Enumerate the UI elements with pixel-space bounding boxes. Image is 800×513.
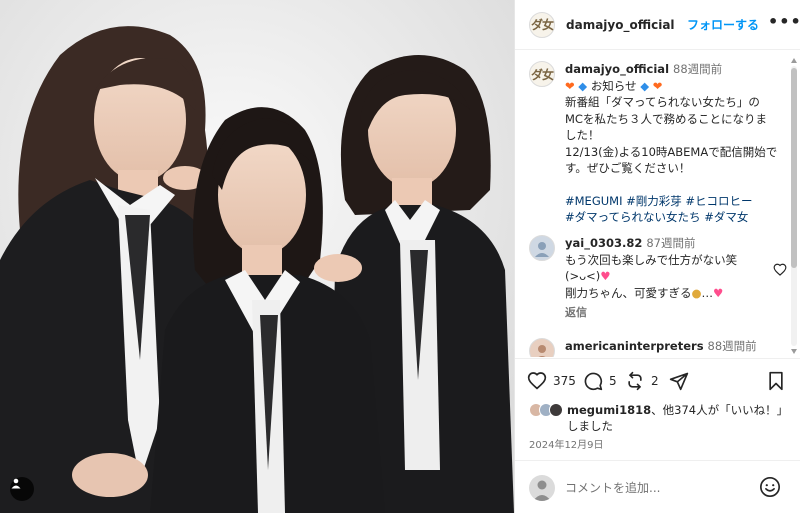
avatar-logo: ダ女 (530, 67, 554, 82)
likes-others-text[interactable]: 、他374人が「いいね！」 (651, 403, 788, 417)
current-user-avatar (529, 475, 555, 501)
save-action[interactable] (767, 371, 785, 391)
caption-line-5: 12/13(金)よる10時ABEMAで配信開始で (565, 144, 778, 159)
likes-end-text: しました (567, 419, 613, 433)
post-date[interactable]: 2024年12月9日 (529, 436, 604, 451)
caption-line-3: MCを私たち３人で務めることになりま (565, 111, 767, 126)
repost-icon[interactable] (625, 371, 645, 391)
post-actions-bar: 375 5 2 (515, 358, 800, 404)
likes-count[interactable]: 375 (553, 374, 576, 388)
reposts-count[interactable]: 2 (651, 374, 659, 388)
blue-diamond-icon: ◆ (640, 78, 650, 93)
caption-hashtags-2[interactable]: #ダマってられない女たち #ダマ女 (565, 209, 787, 226)
add-comment-bar (515, 460, 800, 513)
caption-time: 88週間前 (673, 62, 723, 76)
comments-list[interactable]: ダ女 damajyo_official 88週間前 ❤ ◆ お知らせ ◆ ❤ 新番… (515, 51, 800, 357)
comment-input[interactable] (565, 478, 745, 498)
comment-line-1: もう次回も楽しみで仕方がない笑 (565, 252, 738, 267)
commenter-avatar[interactable] (529, 338, 555, 357)
pink-heart-icon: ♥ (600, 269, 611, 283)
liker-avatar (549, 403, 563, 417)
liker-avatars[interactable] (529, 403, 563, 417)
person-icon (11, 478, 21, 489)
repost-action[interactable]: 2 (625, 371, 659, 391)
liker-username[interactable]: megumi1818 (567, 403, 651, 417)
pink-heart-icon: ♥ (713, 285, 724, 300)
comment-text: 剛力ちゃん、可愛すぎる (565, 285, 692, 300)
comments-scrollbar[interactable] (790, 58, 798, 354)
comment-body: yai_0303.82 87週間前 もう次回も楽しみで仕方がない笑 (>ᴗ<)♥ … (565, 235, 787, 322)
caption-line-6: す。ぜひご覧ください！ (565, 161, 691, 175)
author-username[interactable]: damajyo_official (566, 18, 675, 32)
commenter-photo-icon (538, 345, 546, 357)
orange-heart-icon: ❤ (565, 78, 575, 93)
reply-button[interactable]: 返信 (565, 305, 787, 322)
avatar-logo: ダ女 (530, 18, 554, 32)
comment-item: yai_0303.82 87週間前 もう次回も楽しみで仕方がない笑 (>ᴗ<)♥ … (529, 235, 787, 321)
caption-line-1: ❤ ◆ お知らせ ◆ ❤ (565, 78, 787, 95)
caption-notice-text: お知らせ (590, 78, 637, 93)
caption-line-2: 新番組「ダマってられない女たち」の (565, 95, 760, 109)
caption-hashtags-1[interactable]: #MEGUMI #剛力彩芽 #ヒコロヒー (565, 193, 787, 210)
commenter-photo-icon (535, 242, 549, 257)
scroll-down-arrow-icon[interactable] (791, 349, 797, 354)
bookmark-icon[interactable] (767, 371, 785, 391)
caption: ダ女 damajyo_official 88週間前 ❤ ◆ お知らせ ◆ ❤ 新番… (529, 61, 787, 224)
post-photo[interactable] (0, 0, 514, 513)
comment-like-icon[interactable] (773, 263, 787, 276)
comments-count[interactable]: 5 (609, 374, 617, 388)
share-paper-plane-icon[interactable] (669, 371, 689, 391)
comment-line-2: (>ᴗ<)♥ (565, 268, 787, 285)
scroll-up-arrow-icon[interactable] (791, 58, 797, 63)
comment-username[interactable]: yai_0303.82 (565, 236, 642, 250)
orange-heart-icon: ❤ (652, 78, 663, 93)
comment-username[interactable]: americaninterpreters (565, 339, 704, 353)
comment-time: 87週間前 (646, 236, 696, 250)
comment-action[interactable]: 5 (583, 371, 617, 391)
caption-line-4: した！ (565, 128, 600, 142)
caption-body: damajyo_official 88週間前 ❤ ◆ お知らせ ◆ ❤ 新番組「ダ… (565, 61, 787, 226)
heart-icon[interactable] (527, 371, 547, 390)
more-options-icon[interactable]: ••• (768, 12, 800, 31)
follow-button[interactable]: フォローする (687, 16, 759, 33)
default-user-icon (533, 480, 551, 501)
share-action[interactable] (669, 371, 689, 391)
comment-time: 88週間前 (707, 339, 757, 353)
comment-bubble-icon[interactable] (583, 371, 603, 391)
likes-text: megumi1818、他374人が「いいね！」 しました (567, 402, 793, 434)
comment-item: americaninterpreters 88週間前 (529, 338, 787, 357)
post-side-panel: ダ女 damajyo_official フォローする ••• ダ女 damajy… (514, 0, 800, 513)
post-header: ダ女 damajyo_official フォローする ••• (515, 0, 800, 50)
like-action[interactable]: 375 (527, 371, 576, 390)
person-emoji-icon: ● (691, 285, 702, 300)
author-avatar[interactable]: ダ女 (529, 11, 555, 38)
scrollbar-thumb[interactable] (791, 68, 797, 268)
emoji-icon[interactable] (759, 476, 781, 498)
photo-illustration (0, 0, 514, 513)
comment-body: americaninterpreters 88週間前 (565, 338, 787, 355)
caption-username[interactable]: damajyo_official (565, 62, 669, 76)
comment-emoticon: (>ᴗ<) (565, 269, 601, 283)
comment-line-3: 剛力ちゃん、可愛すぎる●…♥ (565, 285, 724, 300)
tagged-people-button[interactable] (10, 477, 34, 501)
commenter-avatar[interactable] (529, 235, 555, 261)
blue-diamond-icon: ◆ (578, 78, 588, 93)
caption-avatar[interactable]: ダ女 (529, 61, 555, 87)
